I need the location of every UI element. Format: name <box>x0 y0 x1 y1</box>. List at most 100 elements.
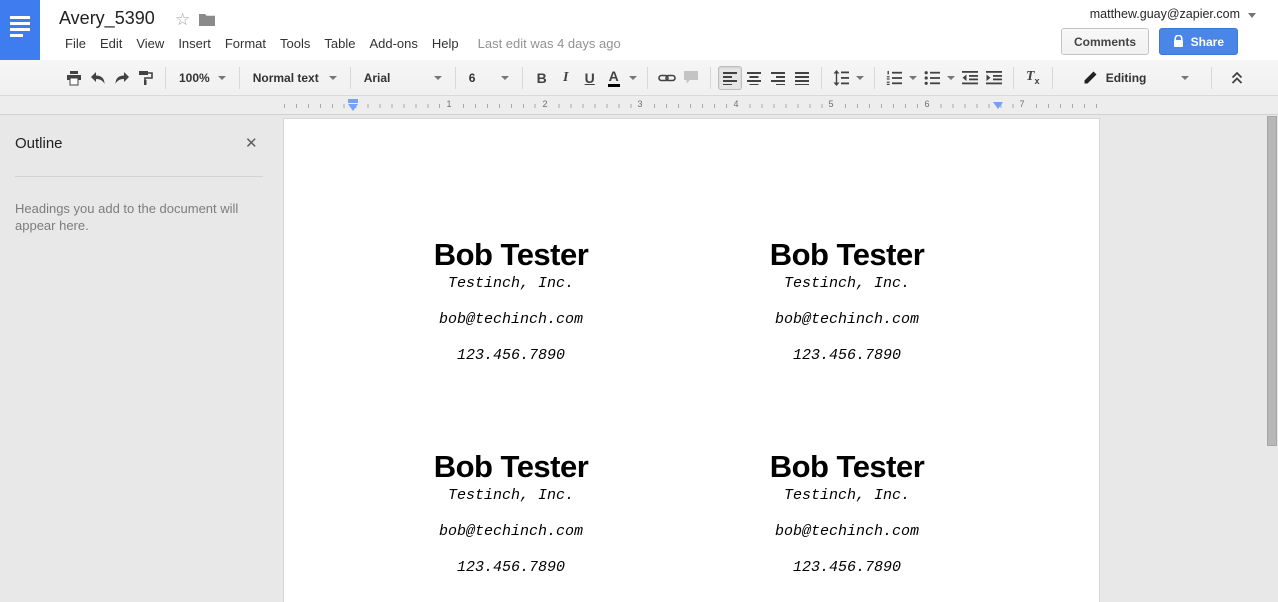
card-company[interactable]: Testinch, Inc. <box>679 488 1015 504</box>
font-family-dropdown[interactable]: Arial <box>358 66 448 90</box>
card-company[interactable]: Testinch, Inc. <box>343 488 679 504</box>
document-page[interactable]: Bob Tester Testinch, Inc. bob@techinch.c… <box>283 118 1100 602</box>
ruler-mark-1: 1 <box>444 99 454 109</box>
mode-dropdown[interactable]: Editing <box>1077 66 1195 90</box>
bulleted-list-button[interactable] <box>920 66 944 90</box>
header: Avery_5390 ☆ File Edit View Insert Forma… <box>0 0 1278 60</box>
outline-divider <box>15 176 263 177</box>
chevron-down-icon <box>908 75 917 80</box>
toolbar: 100% Normal text Arial 6 B I U A Tx Edit… <box>0 60 1278 96</box>
font-size-dropdown[interactable]: 6 <box>463 66 515 90</box>
menu-tools[interactable]: Tools <box>273 33 317 54</box>
underline-button[interactable]: U <box>578 66 602 90</box>
card-name[interactable]: Bob Tester <box>679 449 1015 485</box>
menu-view[interactable]: View <box>129 33 171 54</box>
menu-file[interactable]: File <box>58 33 93 54</box>
ruler-mark-4: 4 <box>731 99 741 109</box>
decrease-indent-button[interactable] <box>958 66 982 90</box>
card-email[interactable]: bob@techinch.com <box>343 524 679 540</box>
card-phone[interactable]: 123.456.7890 <box>679 560 1015 576</box>
collapse-toolbar-button[interactable] <box>1225 66 1249 90</box>
last-edit-status[interactable]: Last edit was 4 days ago <box>478 36 621 51</box>
increase-indent-button[interactable] <box>982 66 1006 90</box>
insert-link-button[interactable] <box>655 66 679 90</box>
chevron-down-icon <box>328 75 337 80</box>
numbered-list-dropdown[interactable] <box>906 66 920 90</box>
label-card[interactable]: Bob Tester Testinch, Inc. bob@techinch.c… <box>679 449 1015 576</box>
card-company[interactable]: Testinch, Inc. <box>343 276 679 292</box>
card-company[interactable]: Testinch, Inc. <box>679 276 1015 292</box>
chevron-down-icon <box>855 75 864 80</box>
menu-addons[interactable]: Add-ons <box>362 33 424 54</box>
menu-help[interactable]: Help <box>425 33 466 54</box>
clear-formatting-button[interactable]: Tx <box>1021 66 1045 90</box>
text-color-dropdown[interactable] <box>626 66 640 90</box>
chevron-down-icon <box>500 75 509 80</box>
card-phone[interactable]: 123.456.7890 <box>343 560 679 576</box>
line-spacing-button[interactable] <box>829 66 853 90</box>
ruler-mark-5: 5 <box>826 99 836 109</box>
card-phone[interactable]: 123.456.7890 <box>343 348 679 364</box>
ruler-mark-6: 6 <box>922 99 932 109</box>
left-indent-marker[interactable] <box>348 99 358 103</box>
align-justify-button[interactable] <box>790 66 814 90</box>
bulleted-list-dropdown[interactable] <box>944 66 958 90</box>
ruler-ticks <box>284 104 1100 108</box>
insert-comment-button[interactable] <box>679 66 703 90</box>
right-indent-marker[interactable] <box>993 102 1003 109</box>
account-dropdown-arrow-icon[interactable] <box>1248 13 1256 18</box>
label-card[interactable]: Bob Tester Testinch, Inc. bob@techinch.c… <box>343 237 679 364</box>
document-title[interactable]: Avery_5390 <box>59 8 155 29</box>
card-email[interactable]: bob@techinch.com <box>679 312 1015 328</box>
card-name[interactable]: Bob Tester <box>343 237 679 273</box>
account-email[interactable]: matthew.guay@zapier.com <box>1090 7 1240 21</box>
italic-button[interactable]: I <box>554 66 578 90</box>
align-center-button[interactable] <box>742 66 766 90</box>
card-phone[interactable]: 123.456.7890 <box>679 348 1015 364</box>
label-card[interactable]: Bob Tester Testinch, Inc. bob@techinch.c… <box>343 449 679 576</box>
main-area: Outline ✕ Headings you add to the docume… <box>0 116 1278 602</box>
vertical-scrollbar[interactable] <box>1267 116 1277 446</box>
chevron-down-icon <box>1180 75 1189 80</box>
lock-icon <box>1173 35 1184 48</box>
comments-button[interactable]: Comments <box>1060 28 1149 55</box>
close-icon[interactable]: ✕ <box>245 134 258 152</box>
redo-button[interactable] <box>110 66 134 90</box>
styles-dropdown[interactable]: Normal text <box>247 66 343 90</box>
star-icon[interactable]: ☆ <box>175 10 190 30</box>
chevron-down-icon <box>217 75 226 80</box>
first-line-indent-marker[interactable] <box>348 104 358 111</box>
menu-format[interactable]: Format <box>218 33 273 54</box>
print-button[interactable] <box>62 66 86 90</box>
docs-logo-lines <box>0 0 40 37</box>
share-button[interactable]: Share <box>1158 28 1238 55</box>
align-left-button[interactable] <box>717 65 742 90</box>
card-name[interactable]: Bob Tester <box>679 237 1015 273</box>
bold-button[interactable]: B <box>530 66 554 90</box>
line-spacing-dropdown[interactable] <box>853 66 867 90</box>
card-email[interactable]: bob@techinch.com <box>679 524 1015 540</box>
undo-button[interactable] <box>86 66 110 90</box>
menu-bar: File Edit View Insert Format Tools Table… <box>58 33 621 54</box>
zoom-dropdown[interactable]: 100% <box>173 66 232 90</box>
chevron-down-icon <box>628 75 637 80</box>
ruler-mark-7: 7 <box>1017 99 1027 109</box>
menu-table[interactable]: Table <box>317 33 362 54</box>
chevron-down-icon <box>433 75 442 80</box>
align-right-button[interactable] <box>766 66 790 90</box>
chevron-down-icon <box>946 75 955 80</box>
numbered-list-button[interactable] <box>882 66 906 90</box>
text-color-button[interactable]: A <box>602 66 626 90</box>
pencil-icon <box>1083 71 1097 85</box>
menu-edit[interactable]: Edit <box>93 33 129 54</box>
menu-insert[interactable]: Insert <box>171 33 218 54</box>
paint-format-button[interactable] <box>134 66 158 90</box>
ruler-mark-3: 3 <box>635 99 645 109</box>
outline-empty-message: Headings you add to the document will ap… <box>15 201 239 233</box>
outline-title: Outline <box>15 135 63 152</box>
label-card[interactable]: Bob Tester Testinch, Inc. bob@techinch.c… <box>679 237 1015 364</box>
card-name[interactable]: Bob Tester <box>343 449 679 485</box>
docs-logo-icon[interactable] <box>0 0 40 60</box>
card-email[interactable]: bob@techinch.com <box>343 312 679 328</box>
folder-icon[interactable] <box>199 13 215 26</box>
